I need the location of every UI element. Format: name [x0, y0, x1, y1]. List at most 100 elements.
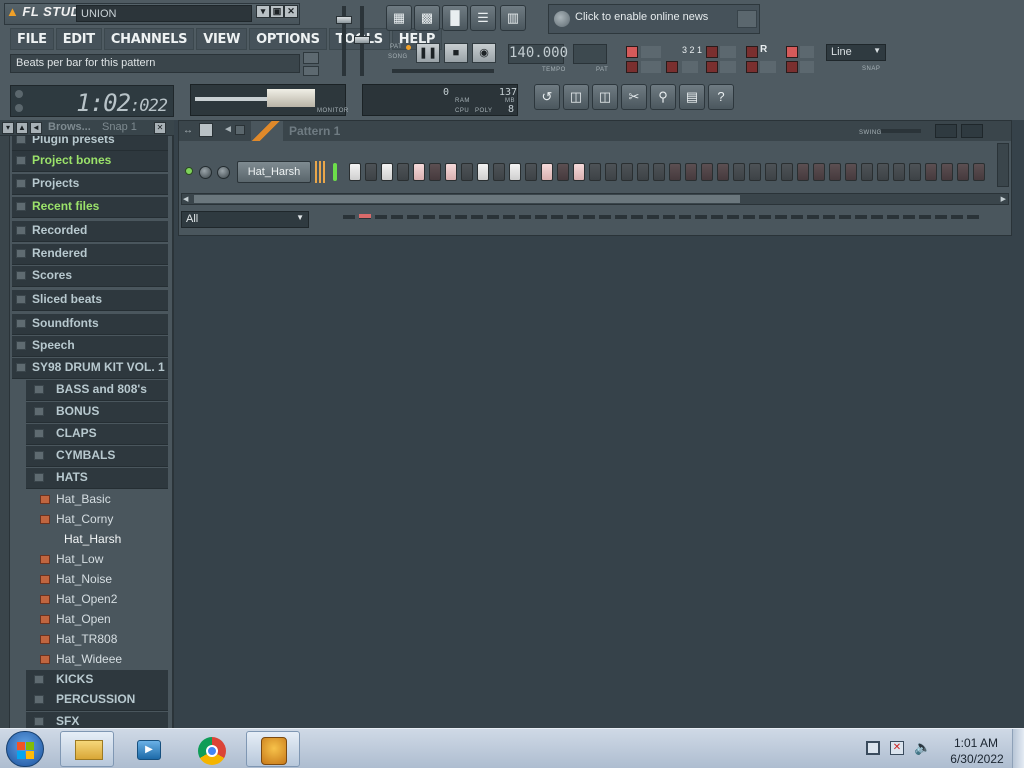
pattern-back-icon[interactable]: ◄: [223, 124, 233, 135]
swing-slider[interactable]: [881, 129, 921, 133]
step-button[interactable]: [749, 163, 761, 181]
browser-folder-item[interactable]: BASS and 808's: [26, 380, 168, 401]
step-button[interactable]: [461, 163, 473, 181]
song-mode-label[interactable]: SONG: [388, 54, 408, 60]
browser-file-item[interactable]: Hat_Harsh: [26, 530, 168, 550]
step-button[interactable]: [525, 163, 537, 181]
step-button[interactable]: [861, 163, 873, 181]
browser-folder-item[interactable]: BONUS: [26, 402, 168, 423]
pat-mode-label[interactable]: PAT: [390, 44, 402, 50]
playlist-follow-toggle[interactable]: [746, 61, 758, 73]
step-button[interactable]: [397, 163, 409, 181]
browser-folder-item[interactable]: Speech: [12, 336, 168, 357]
browser-folder-item[interactable]: Sliced beats: [12, 290, 168, 311]
step-button[interactable]: [413, 163, 425, 181]
step-button[interactable]: [733, 163, 745, 181]
browser-folder-item[interactable]: KICKS: [26, 670, 168, 691]
volume-handle[interactable]: [336, 16, 352, 24]
step-button[interactable]: [589, 163, 601, 181]
browser-snap[interactable]: Snap 1: [102, 121, 137, 133]
step-button[interactable]: [685, 163, 697, 181]
browser-folder-item[interactable]: Rendered: [12, 244, 168, 265]
clock-time[interactable]: 1:01 AM: [946, 736, 1006, 750]
arrow-icon[interactable]: [760, 61, 776, 73]
midi-icon[interactable]: [303, 66, 319, 76]
browser-folder-item[interactable]: Scores: [12, 266, 168, 287]
browser-file-item[interactable]: Hat_TR808: [26, 630, 168, 650]
step-button[interactable]: [973, 163, 985, 181]
browser-folder-item[interactable]: Project bones: [12, 151, 168, 172]
sequencer-hscroll[interactable]: ◀ ▶: [181, 193, 1009, 205]
step-button[interactable]: [349, 163, 361, 181]
explorer-taskbar-button[interactable]: [60, 731, 114, 767]
minimize-button[interactable]: ▾: [256, 5, 270, 18]
step-button[interactable]: [557, 163, 569, 181]
typing-keyboard-toggle[interactable]: [746, 46, 758, 58]
step-button[interactable]: [797, 163, 809, 181]
show-desktop-button[interactable]: [1012, 729, 1024, 768]
step-button[interactable]: [813, 163, 825, 181]
browser-button[interactable]: ☰: [470, 5, 496, 31]
stop-button[interactable]: ■: [444, 43, 468, 63]
step-button[interactable]: [845, 163, 857, 181]
volume-icon[interactable]: 🔈: [914, 739, 931, 756]
news-download-icon[interactable]: [737, 10, 757, 28]
step-button[interactable]: [573, 163, 585, 181]
joystick-toggle[interactable]: [786, 61, 798, 73]
step-button[interactable]: [637, 163, 649, 181]
step-button[interactable]: [445, 163, 457, 181]
browser-scrollbar[interactable]: [0, 136, 10, 728]
scroll-left-icon[interactable]: ◀: [183, 195, 188, 203]
step-button[interactable]: [941, 163, 953, 181]
pitch-handle[interactable]: [354, 36, 370, 44]
mixer-button[interactable]: ▥: [500, 5, 526, 31]
step-button[interactable]: [877, 163, 889, 181]
joystick-icon[interactable]: [800, 61, 814, 73]
step-button[interactable]: [381, 163, 393, 181]
step-toggle[interactable]: [706, 61, 718, 73]
step-button[interactable]: [701, 163, 713, 181]
step-button[interactable]: [829, 163, 841, 181]
channel-mute-led[interactable]: [185, 167, 193, 175]
menu-view[interactable]: VIEW: [196, 28, 248, 50]
undo-button[interactable]: ↺: [534, 84, 560, 110]
browser-folder-item[interactable]: Projects: [12, 174, 168, 195]
help-button[interactable]: ?: [708, 84, 734, 110]
browser-file-item[interactable]: Hat_Open2: [26, 590, 168, 610]
keyboard-editor-icon[interactable]: [961, 124, 983, 138]
pattern-color-icon[interactable]: [251, 121, 283, 141]
oscilloscope-display[interactable]: MONITOR: [190, 84, 348, 116]
browser-folder-item[interactable]: CLAPS: [26, 424, 168, 445]
menu-file[interactable]: FILE: [10, 28, 54, 50]
step-button[interactable]: [957, 163, 969, 181]
close-button[interactable]: ✕: [284, 5, 298, 18]
auto-scroll-toggle[interactable]: [626, 61, 638, 73]
step-button[interactable]: [429, 163, 441, 181]
channel-volume-knob[interactable]: [217, 166, 230, 179]
step-button[interactable]: [717, 163, 729, 181]
media-player-taskbar-button[interactable]: ▶: [122, 731, 176, 767]
record-button[interactable]: ◉: [472, 43, 496, 63]
wait-for-input-icon[interactable]: [682, 61, 698, 73]
pattern-stop-icon[interactable]: [235, 125, 245, 135]
step-button[interactable]: [621, 163, 633, 181]
pattern-number-field[interactable]: [573, 44, 607, 64]
browser-folder-item[interactable]: Recorded: [12, 221, 168, 242]
browser-folder-item[interactable]: CYMBALS: [26, 446, 168, 467]
record-audio-button[interactable]: ⚲: [650, 84, 676, 110]
step-button[interactable]: [477, 163, 489, 181]
overdub-toggle[interactable]: [786, 46, 798, 58]
menu-options[interactable]: OPTIONS: [249, 28, 327, 50]
browser-folder-item[interactable]: SY98 DRUM KIT VOL. 1: [12, 358, 168, 379]
step-button[interactable]: [909, 163, 921, 181]
song-position-slider[interactable]: [392, 69, 494, 73]
blend-toggle[interactable]: [706, 46, 718, 58]
master-volume[interactable]: [336, 2, 376, 80]
loop-record-icon[interactable]: R: [760, 44, 767, 55]
channel-target-mixer[interactable]: [315, 161, 327, 183]
step-button[interactable]: [509, 163, 521, 181]
network-icon[interactable]: [866, 741, 880, 755]
action-center-icon[interactable]: ✕: [890, 741, 904, 755]
cut-button[interactable]: ✂: [621, 84, 647, 110]
menu-channels[interactable]: CHANNELS: [103, 28, 195, 50]
